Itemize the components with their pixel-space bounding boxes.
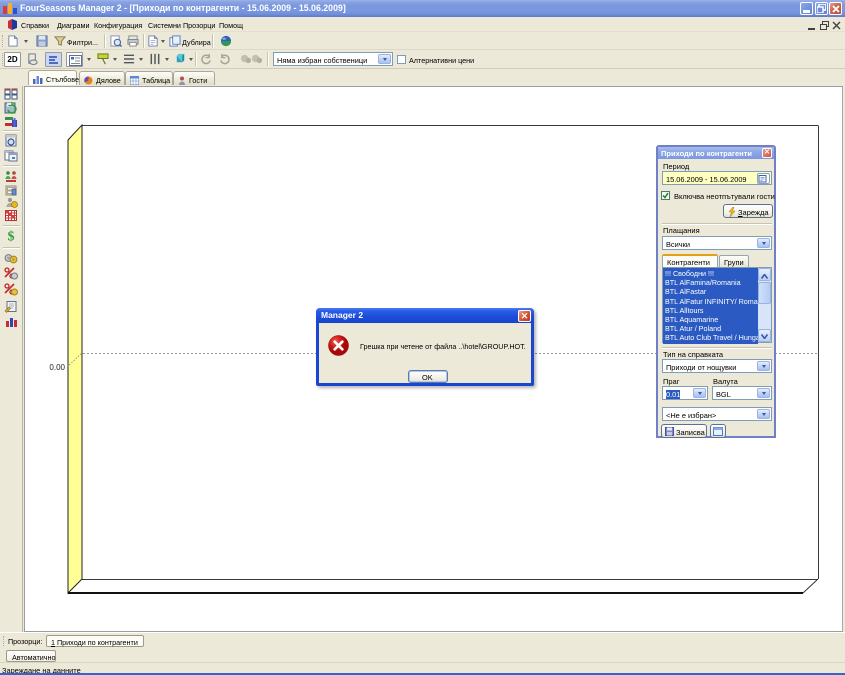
svg-text:$: $	[8, 230, 15, 243]
svg-text:0.00: 0.00	[49, 363, 65, 372]
